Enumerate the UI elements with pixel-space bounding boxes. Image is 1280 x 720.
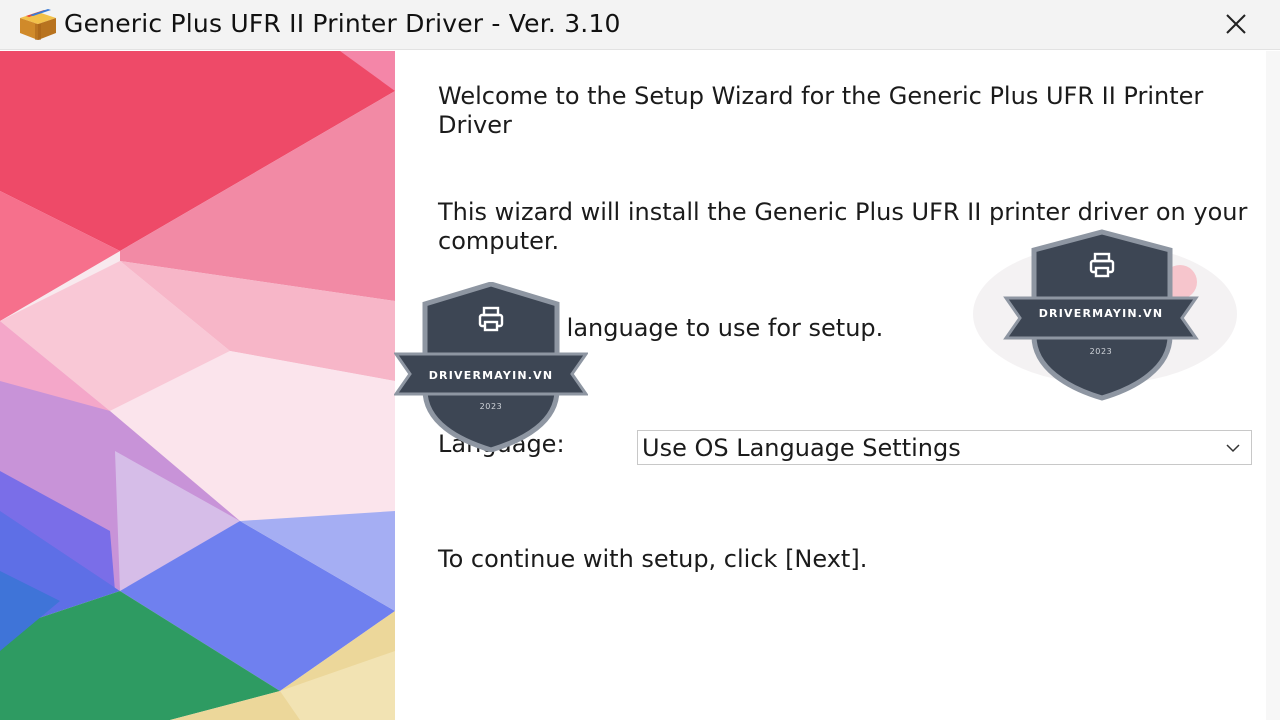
title-bar: Generic Plus UFR II Printer Driver - Ver… bbox=[0, 0, 1280, 50]
continue-instruction: To continue with setup, click [Next]. bbox=[438, 545, 868, 573]
watermark-brand: DRIVERMAYIN.VN bbox=[429, 369, 554, 382]
chevron-down-icon bbox=[1226, 444, 1240, 453]
close-button[interactable] bbox=[1208, 4, 1264, 44]
watermark-badge: DRIVERMAYIN.VN 2023 bbox=[394, 282, 588, 452]
language-selected-value: Use OS Language Settings bbox=[642, 434, 961, 462]
watermark-badge: DRIVERMAYIN.VN 2023 bbox=[973, 229, 1237, 401]
wizard-side-artwork bbox=[0, 51, 395, 720]
watermark-year: 2023 bbox=[1090, 347, 1113, 356]
language-dropdown[interactable]: Use OS Language Settings bbox=[637, 430, 1252, 465]
close-icon bbox=[1226, 14, 1246, 34]
watermark-year: 2023 bbox=[480, 402, 503, 411]
welcome-heading: Welcome to the Setup Wizard for the Gene… bbox=[438, 82, 1204, 139]
watermark-brand: DRIVERMAYIN.VN bbox=[1039, 307, 1164, 320]
window-right-edge bbox=[1266, 51, 1280, 720]
package-box-icon bbox=[20, 9, 56, 40]
window-title: Generic Plus UFR II Printer Driver - Ver… bbox=[64, 9, 621, 38]
